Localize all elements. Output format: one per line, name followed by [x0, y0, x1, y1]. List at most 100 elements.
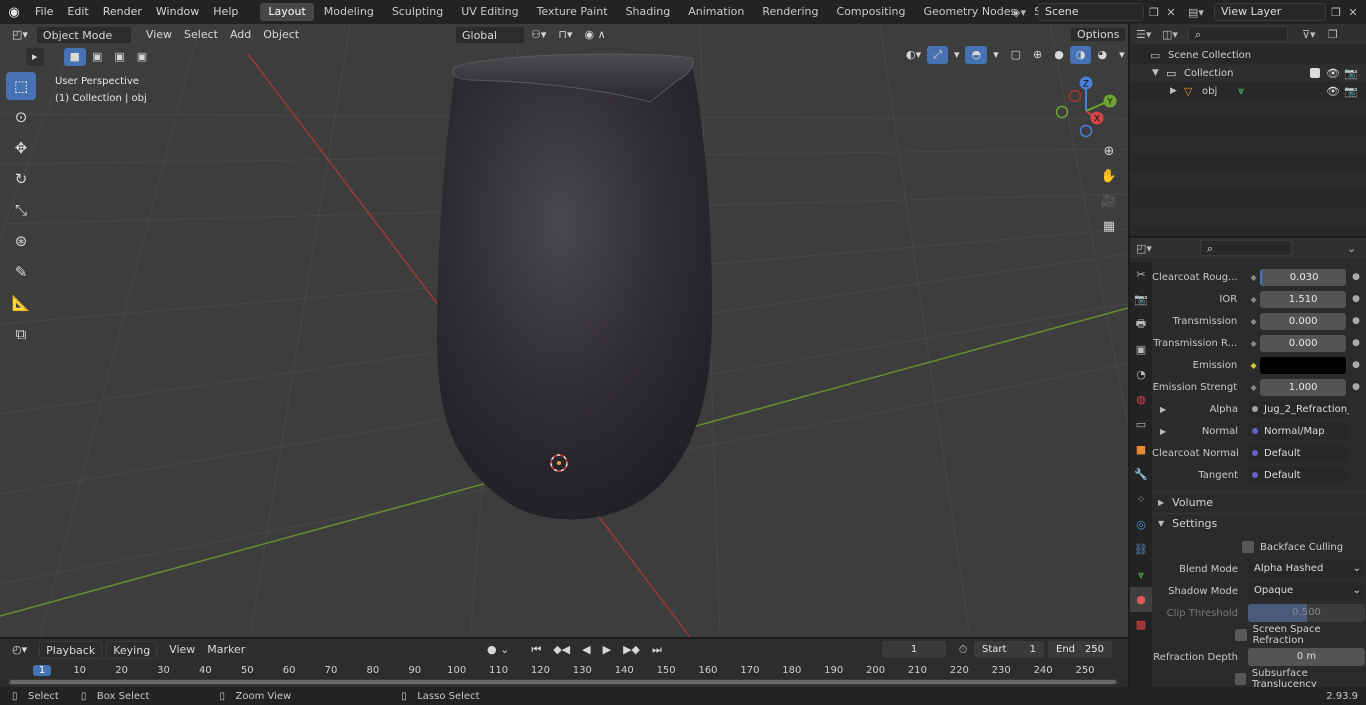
display-mode-icon[interactable]: ◫▾: [1162, 28, 1188, 41]
socket-icon[interactable]: ◆: [1247, 315, 1260, 328]
expand-arrow-icon[interactable]: ▼: [1152, 68, 1166, 78]
snap-icon[interactable]: ⊓▾: [552, 26, 578, 44]
current-frame-field[interactable]: 1: [882, 641, 946, 658]
material-tab-icon[interactable]: ●: [1130, 587, 1152, 612]
eye-icon[interactable]: 👁: [1326, 85, 1340, 98]
emission-color-swatch[interactable]: [1260, 356, 1347, 374]
render-camera-icon[interactable]: 📷: [1344, 85, 1358, 98]
start-frame-field[interactable]: Start 1: [974, 641, 1044, 658]
menu-render[interactable]: Render: [96, 0, 149, 24]
play-reverse-icon[interactable]: ◀: [576, 641, 596, 659]
material-shading-icon[interactable]: ◑: [1069, 46, 1092, 64]
copy-scene-icon[interactable]: ❐: [1144, 6, 1164, 19]
tab-layout[interactable]: Layout: [260, 3, 314, 21]
transform-tool-icon[interactable]: ⊛: [6, 227, 36, 255]
navigation-gizmo[interactable]: Z Y X: [1052, 74, 1122, 144]
socket-icon[interactable]: ◆: [1247, 337, 1260, 350]
overlay-dropdown-icon[interactable]: ▾: [987, 46, 1005, 64]
socket-icon[interactable]: ◆: [1247, 381, 1260, 394]
data-tab-icon[interactable]: ⩔: [1130, 562, 1152, 587]
next-keyframe-icon[interactable]: ▶◆: [617, 641, 646, 659]
prev-keyframe-icon[interactable]: ◆◀: [547, 641, 576, 659]
transform-orientation-dropdown[interactable]: Global: [455, 26, 525, 44]
tab-animation[interactable]: Animation: [680, 3, 752, 21]
texture-tab-icon[interactable]: ▩: [1130, 612, 1152, 637]
tab-uv-editing[interactable]: UV Editing: [453, 3, 526, 21]
clearcoat-normal-link-field[interactable]: Default: [1248, 444, 1349, 462]
tool-tab-icon[interactable]: ✂: [1130, 262, 1152, 287]
shadow-mode-select[interactable]: Opaque ⌄: [1248, 582, 1365, 600]
volume-section-header[interactable]: ▶ Volume: [1152, 492, 1366, 512]
end-frame-field[interactable]: End 250: [1048, 641, 1112, 658]
refraction-depth-field[interactable]: 0 m: [1248, 648, 1365, 666]
properties-editor-icon[interactable]: ◰▾: [1136, 242, 1166, 255]
modifiers-tab-icon[interactable]: 🔧: [1130, 462, 1152, 487]
tab-shading[interactable]: Shading: [618, 3, 679, 21]
emission-strength-field[interactable]: 1.000: [1260, 378, 1347, 396]
menu-window[interactable]: Window: [149, 0, 206, 24]
record-icon[interactable]: ● ⌄: [481, 641, 515, 659]
perspective-grid-icon[interactable]: ▦: [1098, 215, 1120, 237]
jump-start-icon[interactable]: ⏮: [525, 641, 547, 659]
socket-icon[interactable]: ◆: [1247, 271, 1260, 284]
outliner-search-input[interactable]: ⌕: [1188, 26, 1288, 42]
add-cube-tool-icon[interactable]: ⧉: [6, 320, 36, 348]
zoom-icon[interactable]: ⊕: [1098, 140, 1120, 162]
playback-menu[interactable]: Playback: [39, 641, 103, 659]
normal-link-field[interactable]: Normal/Map: [1248, 422, 1349, 440]
scene-field[interactable]: Scene: [1038, 3, 1144, 21]
keyframe-icon[interactable]: ●: [1346, 382, 1366, 392]
tab-rendering[interactable]: Rendering: [754, 3, 826, 21]
subsurface-checkbox[interactable]: [1234, 673, 1246, 685]
menu-help[interactable]: Help: [206, 0, 245, 24]
expand-arrow-icon[interactable]: ▶: [1170, 86, 1184, 96]
move-tool-icon[interactable]: ✥: [6, 134, 36, 162]
editor-type-icon[interactable]: ◰▾: [6, 26, 34, 44]
clip-threshold-slider[interactable]: 0.500: [1248, 604, 1365, 622]
transmission-roughness-field[interactable]: 0.000: [1260, 334, 1347, 352]
remove-scene-icon[interactable]: ✕: [1164, 6, 1178, 19]
outliner-row-obj[interactable]: ▶ ▽ obj ⩔ 👁 📷: [1130, 82, 1366, 100]
wireframe-shading-icon[interactable]: ⊕: [1027, 46, 1048, 64]
tab-geometry-nodes[interactable]: Geometry Nodes: [915, 3, 1024, 21]
timeline-view-menu[interactable]: View: [163, 641, 201, 659]
gizmo-dropdown-icon[interactable]: ▾: [948, 46, 966, 64]
object-mode-dropdown[interactable]: Object Mode: [35, 26, 132, 44]
expand-arrow-icon[interactable]: ▶: [1160, 427, 1166, 436]
overlay-toggle-icon[interactable]: ◓: [965, 46, 988, 64]
transmission-field[interactable]: 0.000: [1260, 312, 1347, 330]
ssr-checkbox[interactable]: [1235, 629, 1247, 641]
tab-sculpting[interactable]: Sculpting: [384, 3, 451, 21]
proportional-edit-icon[interactable]: ◉ ∧: [579, 26, 612, 44]
exclude-checkbox[interactable]: [1310, 68, 1320, 78]
view-layer-icon[interactable]: ▤▾: [1188, 6, 1214, 19]
select-mode-subtract-icon[interactable]: ▣: [108, 48, 130, 66]
annotate-tool-icon[interactable]: ✎: [6, 258, 36, 286]
collection-tab-icon[interactable]: ▭: [1130, 412, 1152, 437]
tab-texture-paint[interactable]: Texture Paint: [529, 3, 616, 21]
new-collection-icon[interactable]: ❐: [1328, 28, 1344, 41]
tab-compositing[interactable]: Compositing: [829, 3, 914, 21]
menu-add[interactable]: Add: [224, 26, 257, 44]
render-camera-icon[interactable]: 📷: [1344, 67, 1358, 80]
jump-end-icon[interactable]: ⏭: [646, 641, 668, 659]
eye-icon[interactable]: 👁: [1326, 67, 1340, 80]
3d-viewport[interactable]: ◰▾ Object Mode View Select Add Object Gl…: [0, 24, 1128, 637]
select-box-tool-icon[interactable]: ⬚: [6, 72, 36, 100]
frame-ruler[interactable]: 1 10 20 30 40 50 60 70 80 90 100 110 120 130 140 150 160…: [0, 663, 1128, 679]
rendered-shading-icon[interactable]: ◕: [1091, 46, 1113, 64]
keyframe-icon[interactable]: ●: [1346, 338, 1366, 348]
copy-view-layer-icon[interactable]: ❐: [1326, 6, 1346, 19]
marker-menu[interactable]: Marker: [201, 641, 251, 659]
color-socket-icon[interactable]: ◆: [1247, 359, 1260, 372]
backface-culling-checkbox[interactable]: [1242, 541, 1254, 553]
camera-view-icon[interactable]: 🎥: [1098, 190, 1120, 212]
scene-icon[interactable]: ◈▾: [1012, 6, 1038, 19]
menu-file[interactable]: File: [28, 0, 60, 24]
socket-icon[interactable]: ◆: [1247, 293, 1260, 306]
keyframe-icon[interactable]: ●: [1346, 360, 1366, 370]
shading-dropdown-icon[interactable]: ▾: [1113, 46, 1128, 64]
remove-view-layer-icon[interactable]: ✕: [1346, 6, 1360, 19]
pan-hand-icon[interactable]: ✋: [1098, 165, 1120, 187]
alpha-link-field[interactable]: Jug_2_Refraction_in...: [1248, 400, 1349, 418]
